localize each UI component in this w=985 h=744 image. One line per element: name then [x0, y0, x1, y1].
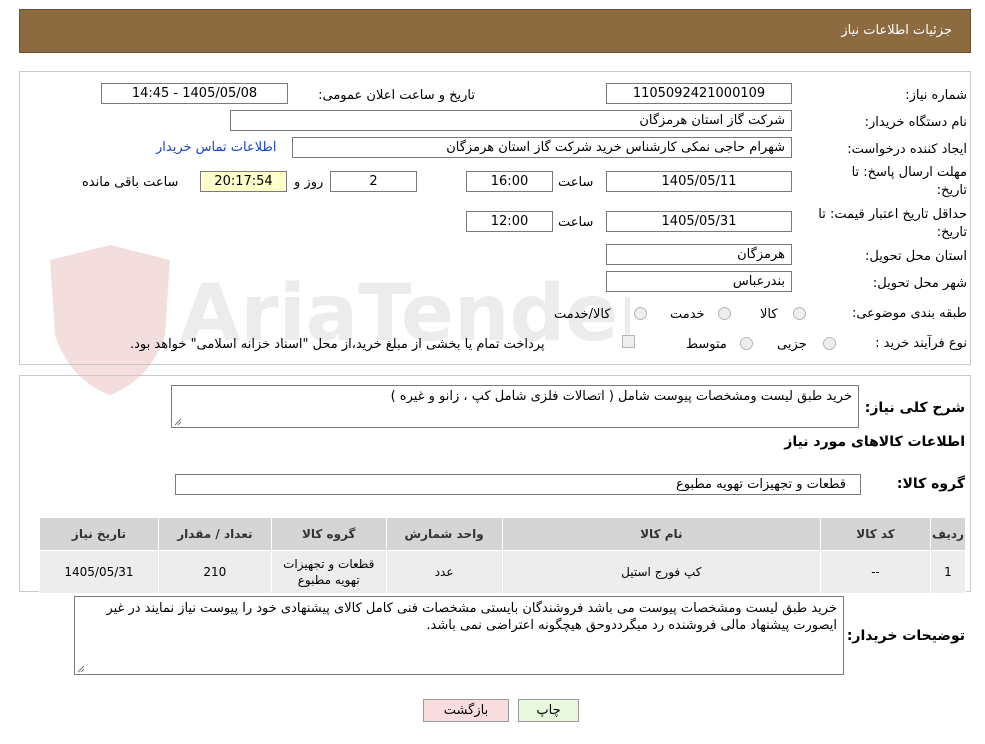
validity-label: حداقل تاریخ اعتبار قیمت: تا: [818, 207, 967, 222]
goods-group-value: قطعات و تجهیزات تهویه مطبوع: [675, 477, 846, 492]
process-radio-medium[interactable]: [740, 337, 753, 350]
buyer-notes-label: توضیحات خریدار:: [846, 628, 965, 644]
category-option-goods-service: کالا/خدمت: [554, 307, 611, 322]
buyer-org-field: شرکت گاز استان هرمزگان: [230, 110, 792, 131]
resize-grip-icon[interactable]: [174, 418, 182, 426]
remaining-time-field: 20:17:54: [200, 171, 287, 192]
col-quantity: تعداد / مقدار: [157, 517, 272, 551]
cell-goods-name: کپ فورج استیل: [501, 550, 822, 594]
category-radio-goods[interactable]: [793, 307, 806, 320]
buyer-notes-field: خرید طبق لیست ومشخصات پیوست می باشد فروش…: [74, 596, 844, 675]
goods-section-title: اطلاعات کالاهای مورد نیاز: [784, 434, 965, 450]
category-option-service: خدمت: [670, 307, 705, 322]
page-title: جزئیات اطلاعات نیاز: [841, 23, 952, 38]
cell-goods-group: قطعات و تجهیزات تهویه مطبوع: [270, 550, 387, 594]
category-option-goods: کالا: [760, 307, 778, 322]
validity-label-2: تاریخ:: [936, 225, 967, 240]
day-and-label: روز و: [294, 175, 324, 190]
buyer-contact-link[interactable]: اطلاعات تماس خریدار: [156, 140, 276, 155]
deadline-label: مهلت ارسال پاسخ: تا: [851, 165, 967, 180]
creator-field: شهرام حاجی نمکی کارشناس خرید شرکت گاز اس…: [292, 137, 792, 158]
deadline-date-field: 1405/05/11: [606, 171, 792, 192]
table-header-row: تاریخ نیاز تعداد / مقدار گروه کالا واحد …: [39, 517, 967, 551]
resize-grip-icon[interactable]: [77, 665, 85, 673]
remaining-label: ساعت باقی مانده: [82, 175, 179, 190]
goods-group-label: گروه کالا:: [896, 476, 965, 492]
category-label: طبقه بندی موضوعی:: [851, 306, 967, 321]
announce-datetime-field: 1405/05/08 - 14:45: [101, 83, 288, 104]
validity-hour-label: ساعت: [558, 215, 594, 230]
need-number-field: 1105092421000109: [606, 83, 792, 104]
treasury-payment-checkbox[interactable]: [622, 335, 635, 348]
page-header: جزئیات اطلاعات نیاز: [19, 9, 971, 53]
goods-group-field: قطعات و تجهیزات تهویه مطبوع: [175, 474, 861, 495]
days-field: 2: [330, 171, 417, 192]
col-goods-group: گروه کالا: [270, 517, 387, 551]
creator-label: ایجاد کننده درخواست:: [847, 142, 967, 157]
col-row-number: ردیف: [929, 517, 967, 551]
items-table: تاریخ نیاز تعداد / مقدار گروه کالا واحد …: [39, 517, 967, 594]
validity-time-field: 12:00: [466, 211, 553, 232]
cell-goods-code: --: [820, 550, 931, 594]
process-option-minor: جزیی: [777, 337, 807, 352]
description-field: خرید طبق لیست ومشخصات پیوست شامل ( اتصال…: [171, 385, 859, 428]
deadline-label-2: تاریخ:: [936, 183, 967, 198]
col-goods-code: کد کالا: [820, 517, 931, 551]
province-field: هرمزگان: [606, 244, 792, 265]
back-button[interactable]: بازگشت: [423, 699, 509, 722]
cell-need-date: 1405/05/31: [39, 550, 159, 594]
city-field: بندرعباس: [606, 271, 792, 292]
print-button[interactable]: چاپ: [518, 699, 579, 722]
description-text: خرید طبق لیست ومشخصات پیوست شامل ( اتصال…: [390, 389, 852, 404]
province-label: استان محل تحویل:: [865, 249, 967, 264]
table-row: 1405/05/31 210 قطعات و تجهیزات تهویه مطب…: [39, 550, 967, 594]
payment-note: پرداخت تمام یا بخشی از مبلغ خرید،از محل …: [130, 337, 545, 352]
deadline-time-field: 16:00: [466, 171, 553, 192]
col-unit: واحد شمارش: [385, 517, 503, 551]
announce-datetime-label: تاریخ و ساعت اعلان عمومی:: [318, 88, 475, 103]
buyer-org-label: نام دستگاه خریدار:: [864, 115, 967, 130]
category-radio-service[interactable]: [718, 307, 731, 320]
process-radio-minor[interactable]: [823, 337, 836, 350]
buyer-notes-text: خرید طبق لیست ومشخصات پیوست می باشد فروش…: [106, 601, 837, 633]
category-radio-goods-service[interactable]: [634, 307, 647, 320]
process-option-medium: متوسط: [686, 337, 727, 352]
col-goods-name: نام کالا: [501, 517, 822, 551]
description-label: شرح کلی نیاز:: [864, 400, 965, 416]
deadline-hour-label: ساعت: [558, 175, 594, 190]
cell-unit: عدد: [385, 550, 503, 594]
need-number-label: شماره نیاز:: [905, 88, 967, 103]
city-label: شهر محل تحویل:: [872, 276, 967, 291]
cell-quantity: 210: [157, 550, 272, 594]
process-type-label: نوع فرآیند خرید :: [875, 336, 967, 351]
validity-date-field: 1405/05/31: [606, 211, 792, 232]
col-need-date: تاریخ نیاز: [39, 517, 159, 551]
cell-row-number: 1: [929, 550, 967, 594]
